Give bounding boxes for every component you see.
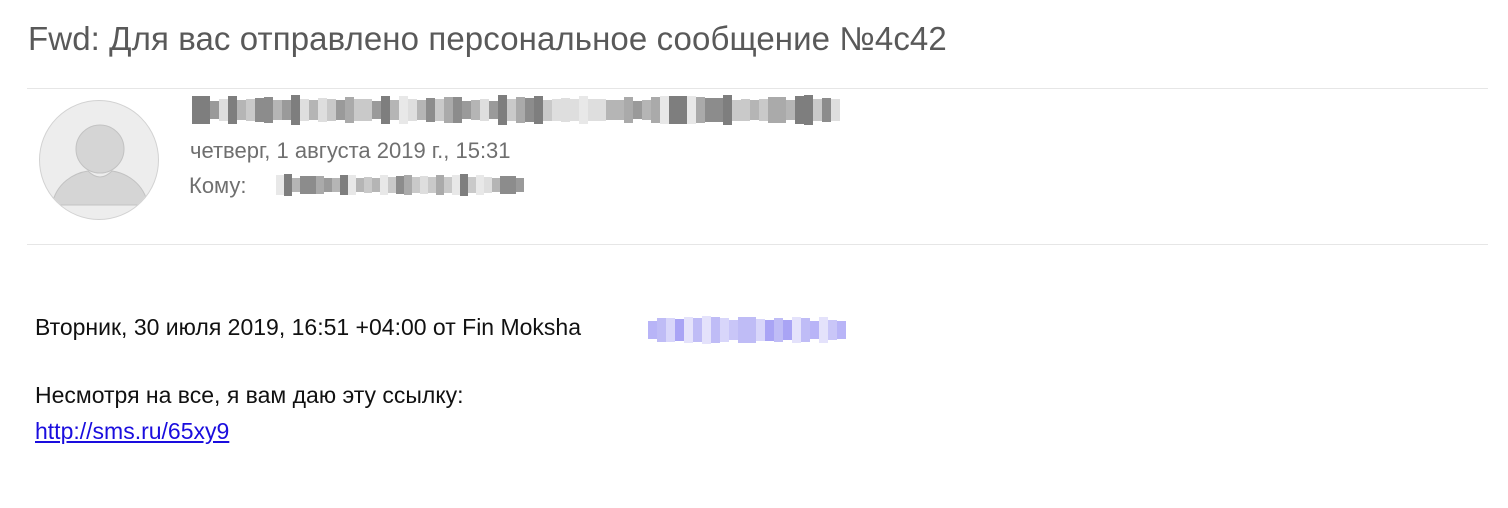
body-link[interactable]: http://sms.ru/65xy9 [35, 418, 229, 445]
forwarded-email-redacted[interactable] [648, 316, 854, 344]
header-divider-top [27, 88, 1488, 89]
recipient-redacted [276, 174, 528, 196]
email-date: четверг, 1 августа 2019 г., 15:31 [190, 138, 511, 163]
header-divider-bottom [27, 244, 1488, 245]
forward-header: Вторник, 30 июля 2019, 16:51 +04:00 от F… [35, 314, 582, 340]
sender-redacted [192, 95, 840, 125]
default-person-avatar-icon [39, 100, 159, 220]
avatar-silhouette-icon [51, 124, 149, 206]
body-text: Несмотря на все, я вам даю эту ссылку: [35, 382, 464, 408]
recipient-label: Кому: [189, 173, 247, 198]
email-subject: Fwd: Для вас отправлено персональное соо… [28, 20, 947, 57]
